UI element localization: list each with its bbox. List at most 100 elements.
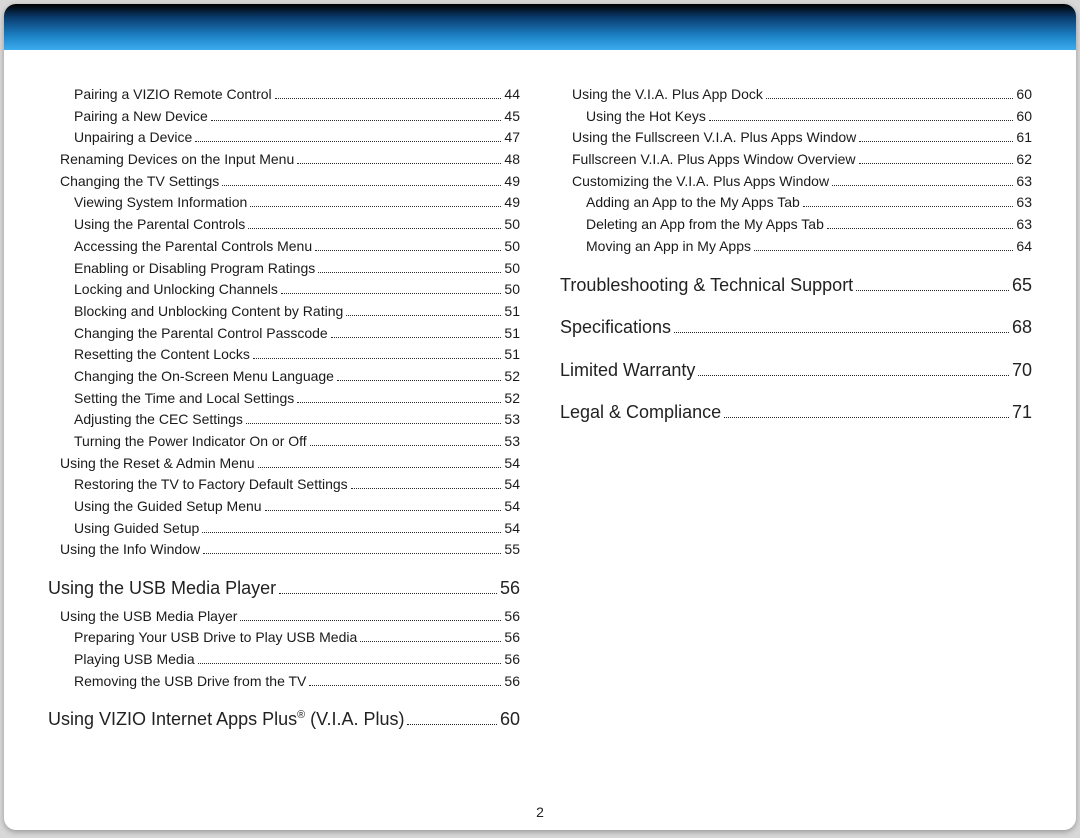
toc-column-right: Using the V.I.A. Plus App Dock60Using th… [560,84,1032,737]
toc-entry-page: 49 [504,171,520,193]
toc-entry-title: Unpairing a Device [74,127,192,149]
toc-entry-title: Using the V.I.A. Plus App Dock [572,84,763,106]
toc-entry-title: Changing the On-Screen Menu Language [74,366,334,388]
toc-entry: Removing the USB Drive from the TV56 [48,671,520,693]
toc-entry-page: 65 [1012,270,1032,301]
toc-entry-title: Changing the TV Settings [60,171,219,193]
toc-entry-page: 51 [504,323,520,345]
toc-leader-dots [198,663,502,664]
toc-entry: Troubleshooting & Technical Support 65 [560,270,1032,301]
toc-leader-dots [674,332,1009,333]
toc-entry-title: Using the Reset & Admin Menu [60,453,255,475]
toc-entry-title: Specifications [560,312,671,343]
toc-entry-page: 50 [504,214,520,236]
toc-entry: Using Guided Setup54 [48,518,520,540]
toc-leader-dots [240,620,501,621]
toc-entry: Restoring the TV to Factory Default Sett… [48,474,520,496]
toc-entry: Playing USB Media 56 [48,649,520,671]
toc-leader-dots [297,402,501,403]
toc-entry-page: 52 [504,366,520,388]
toc-entry: Locking and Unlocking Channels50 [48,279,520,301]
toc-entry-page: 49 [504,192,520,214]
toc-entry: Using VIZIO Internet Apps Plus® (V.I.A. … [48,704,520,735]
toc-leader-dots [310,445,502,446]
toc-leader-dots [279,593,497,594]
toc-entry-page: 45 [504,106,520,128]
toc-leader-dots [827,228,1014,229]
toc-leader-dots [803,206,1014,207]
toc-leader-dots [281,293,502,294]
toc-entry: Limited Warranty70 [560,355,1032,386]
toc-entry-title: Setting the Time and Local Settings [74,388,294,410]
toc-entry-page: 56 [504,606,520,628]
toc-leader-dots [724,417,1009,418]
toc-leader-dots [859,141,1013,142]
toc-entry-page: 51 [504,344,520,366]
toc-entry: Using the USB Media Player 56 [48,573,520,604]
toc-entry-page: 60 [1016,84,1032,106]
toc-entry: Resetting the Content Locks51 [48,344,520,366]
toc-entry-page: 54 [504,474,520,496]
toc-content: Pairing a VIZIO Remote Control44Pairing … [4,50,1076,747]
toc-leader-dots [203,553,501,554]
toc-entry: Changing the TV Settings 49 [48,171,520,193]
toc-leader-dots [297,163,501,164]
toc-entry: Blocking and Unblocking Content by Ratin… [48,301,520,323]
toc-entry-page: 54 [504,453,520,475]
toc-entry: Using the V.I.A. Plus App Dock 60 [560,84,1032,106]
toc-entry-page: 53 [504,431,520,453]
toc-leader-dots [856,290,1009,291]
toc-leader-dots [253,358,502,359]
toc-leader-dots [222,185,501,186]
toc-entry: Using the Reset & Admin Menu 54 [48,453,520,475]
toc-leader-dots [859,163,1014,164]
toc-entry-page: 63 [1016,214,1032,236]
toc-leader-dots [360,641,501,642]
toc-entry: Adding an App to the My Apps Tab63 [560,192,1032,214]
toc-leader-dots [351,488,502,489]
toc-entry-page: 51 [504,301,520,323]
toc-entry: Enabling or Disabling Program Ratings50 [48,258,520,280]
toc-entry-page: 61 [1016,127,1032,149]
toc-entry-page: 44 [504,84,520,106]
toc-entry: Changing the Parental Control Passcode51 [48,323,520,345]
toc-entry-page: 53 [504,409,520,431]
toc-entry-title: Using the Parental Controls [74,214,245,236]
toc-entry-title: Turning the Power Indicator On or Off [74,431,307,453]
header-bar [4,4,1076,50]
toc-entry-page: 56 [504,649,520,671]
toc-entry-title: Accessing the Parental Controls Menu [74,236,312,258]
toc-leader-dots [315,250,501,251]
toc-entry-title: Preparing Your USB Drive to Play USB Med… [74,627,357,649]
toc-entry: Using the Fullscreen V.I.A. Plus Apps Wi… [560,127,1032,149]
toc-leader-dots [832,185,1013,186]
toc-entry-page: 63 [1016,192,1032,214]
toc-entry-page: 68 [1012,312,1032,343]
toc-entry-title: Renaming Devices on the Input Menu [60,149,294,171]
toc-entry-page: 48 [504,149,520,171]
toc-entry-title: Playing USB Media [74,649,195,671]
toc-leader-dots [766,98,1014,99]
toc-entry-page: 56 [504,627,520,649]
toc-entry-title: Deleting an App from the My Apps Tab [586,214,824,236]
toc-entry-title: Customizing the V.I.A. Plus Apps Window [572,171,829,193]
toc-entry: Preparing Your USB Drive to Play USB Med… [48,627,520,649]
toc-leader-dots [309,685,501,686]
toc-leader-dots [195,141,501,142]
toc-entry-page: 50 [504,279,520,301]
toc-leader-dots [258,467,502,468]
toc-entry: Using the Info Window55 [48,539,520,561]
toc-entry: Using the USB Media Player56 [48,606,520,628]
toc-entry-page: 55 [504,539,520,561]
toc-entry-page: 50 [504,258,520,280]
toc-entry-page: 56 [500,573,520,604]
toc-entry-title: Blocking and Unblocking Content by Ratin… [74,301,343,323]
toc-entry-title: Limited Warranty [560,355,695,386]
toc-entry-title: Using the USB Media Player [48,573,276,604]
toc-leader-dots [250,206,501,207]
toc-entry: Unpairing a Device47 [48,127,520,149]
toc-leader-dots [709,120,1014,121]
toc-leader-dots [211,120,502,121]
toc-entry-title: Troubleshooting & Technical Support [560,270,853,301]
toc-entry-title: Using VIZIO Internet Apps Plus® (V.I.A. … [48,704,404,735]
